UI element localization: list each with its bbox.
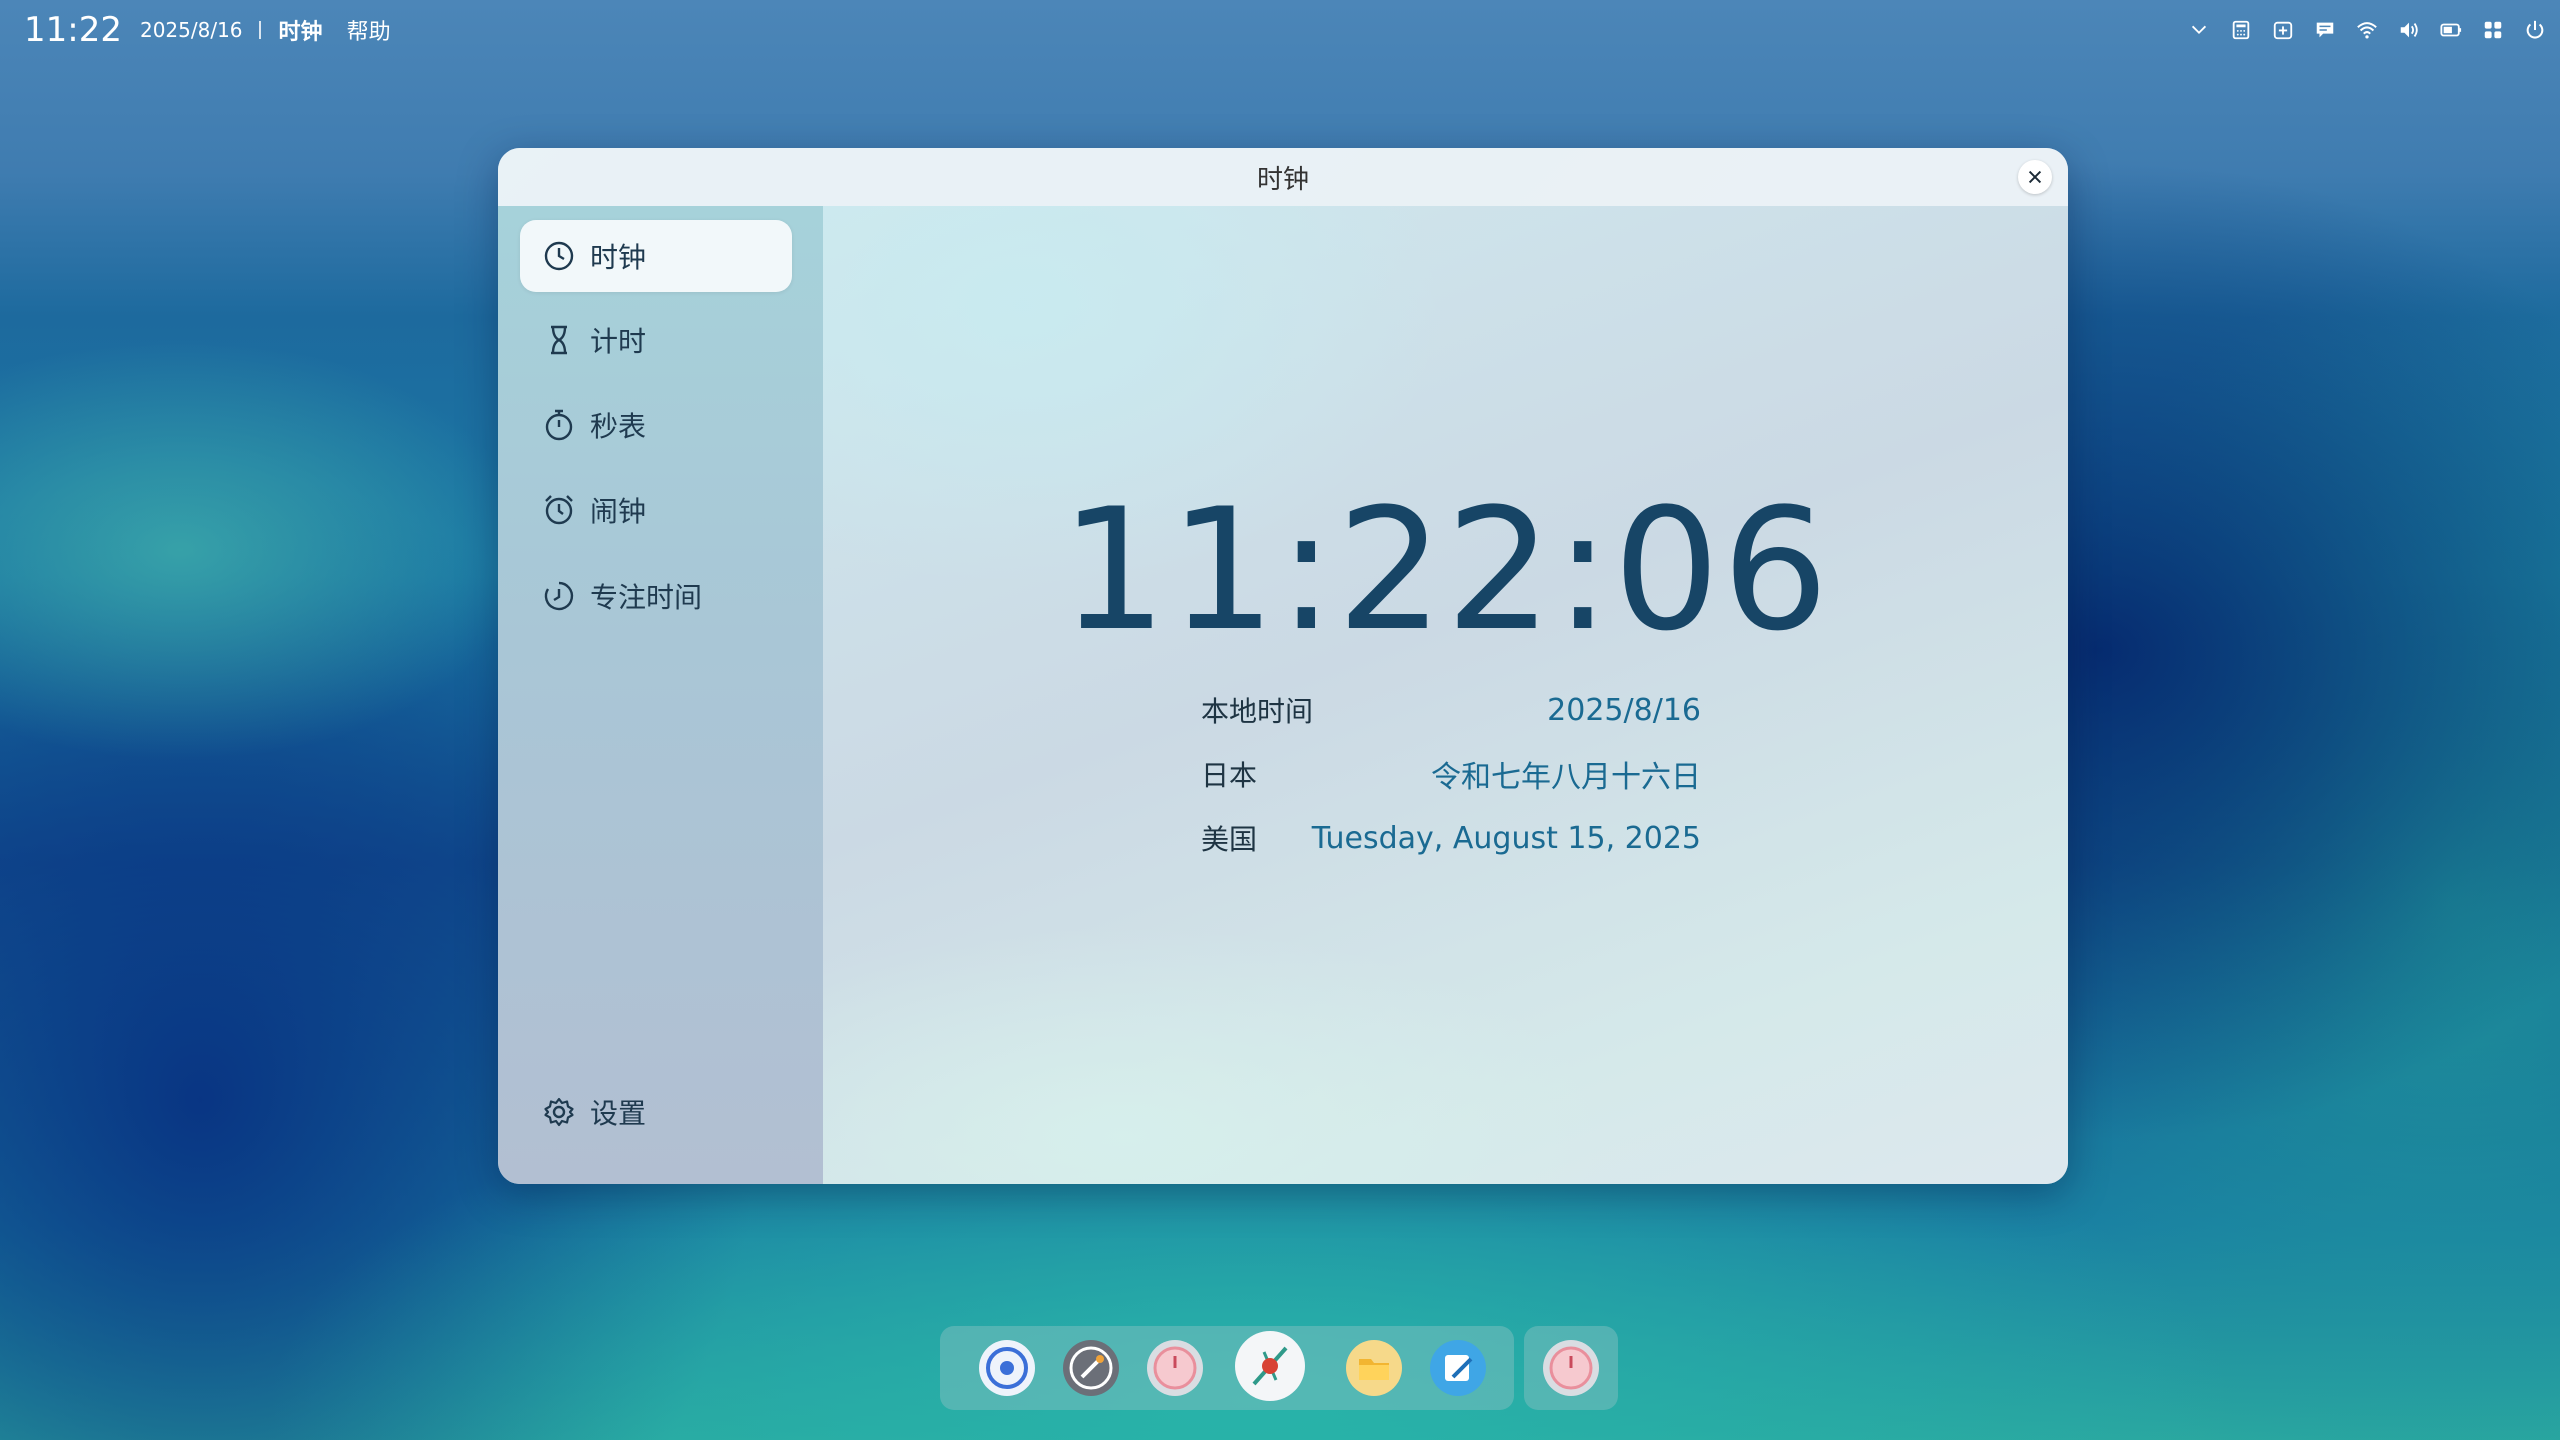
- sidebar-item-timer[interactable]: 计时: [520, 304, 792, 376]
- clock-window: 时钟 时钟 计时 秒表 闹钟 专注时间 设置 11:22:06 本地时间 202…: [498, 148, 2068, 1184]
- chevron-down-icon[interactable]: [2188, 19, 2210, 41]
- system-tray: [2188, 0, 2546, 60]
- settings-label: 设置: [590, 1097, 647, 1130]
- sidebar-item-label: 秒表: [590, 410, 647, 443]
- row-label: 日本: [1201, 759, 1258, 792]
- panel-app-menu[interactable]: 时钟: [279, 14, 323, 46]
- sidebar-item-label: 闹钟: [590, 495, 647, 528]
- panel-separator: [258, 21, 261, 39]
- volume-icon[interactable]: [2398, 19, 2420, 41]
- current-time: 11:22:06: [1060, 472, 1831, 668]
- focus-icon: [542, 579, 576, 613]
- apps-grid-icon[interactable]: [2482, 19, 2504, 41]
- alarm-icon: [542, 493, 576, 527]
- sidebar-item-clock[interactable]: 时钟: [520, 220, 792, 292]
- panel-help-menu[interactable]: 帮助: [347, 14, 391, 46]
- close-icon: [2028, 170, 2042, 184]
- hourglass-icon: [542, 323, 576, 357]
- settings-button[interactable]: 设置: [520, 1076, 792, 1148]
- notes-icon[interactable]: [1429, 1339, 1487, 1397]
- compass-icon[interactable]: [1234, 1330, 1306, 1402]
- local-time-row: 本地时间 2025/8/16: [1201, 690, 1701, 730]
- row-value: Tuesday, August 15, 2025: [1311, 820, 1701, 856]
- row-label: 本地时间: [1201, 695, 1314, 728]
- clock-app-icon[interactable]: [1146, 1339, 1204, 1397]
- sidebar-item-label: 计时: [590, 325, 647, 358]
- row-label: 美国: [1201, 823, 1258, 856]
- sidebar-item-label: 时钟: [590, 241, 647, 274]
- chat-icon[interactable]: [2314, 19, 2336, 41]
- sidebar: 时钟 计时 秒表 闹钟 专注时间 设置: [498, 206, 823, 1184]
- gear-icon: [542, 1095, 576, 1129]
- close-button[interactable]: [2018, 160, 2052, 194]
- panel-date[interactable]: 2025/8/16: [140, 18, 243, 42]
- browser-icon[interactable]: [978, 1339, 1036, 1397]
- top-panel: 11:22 2025/8/16 时钟 帮助: [0, 0, 2560, 60]
- row-value: 2025/8/16: [1547, 692, 1701, 728]
- speed-icon[interactable]: [1062, 1339, 1120, 1397]
- panel-clock[interactable]: 11:22: [24, 10, 122, 50]
- clock-icon: [542, 239, 576, 273]
- usa-date-row: 美国 Tuesday, August 15, 2025: [1201, 818, 1701, 858]
- sidebar-item-alarm[interactable]: 闹钟: [520, 474, 792, 546]
- clock-app-icon[interactable]: [1542, 1339, 1600, 1397]
- dock: [940, 1326, 1514, 1410]
- power-icon[interactable]: [2524, 19, 2546, 41]
- row-value: 令和七年八月十六日: [1431, 760, 1701, 795]
- sidebar-item-label: 专注时间: [590, 581, 703, 614]
- calendar-icon[interactable]: [2272, 19, 2294, 41]
- running-apps-dock: [1524, 1326, 1618, 1410]
- calculator-icon[interactable]: [2230, 19, 2252, 41]
- window-titlebar[interactable]: 时钟: [498, 148, 2068, 207]
- battery-icon[interactable]: [2440, 19, 2462, 41]
- sidebar-item-stopwatch[interactable]: 秒表: [520, 389, 792, 461]
- sidebar-item-focus[interactable]: 专注时间: [520, 560, 792, 632]
- japan-date-row: 日本 令和七年八月十六日: [1201, 754, 1701, 795]
- wifi-icon[interactable]: [2356, 19, 2378, 41]
- window-title: 时钟: [1256, 164, 1309, 195]
- clock-content: 11:22:06 本地时间 2025/8/16 日本 令和七年八月十六日 美国 …: [823, 206, 2068, 1184]
- folder-icon[interactable]: [1345, 1339, 1403, 1397]
- stopwatch-icon: [542, 408, 576, 442]
